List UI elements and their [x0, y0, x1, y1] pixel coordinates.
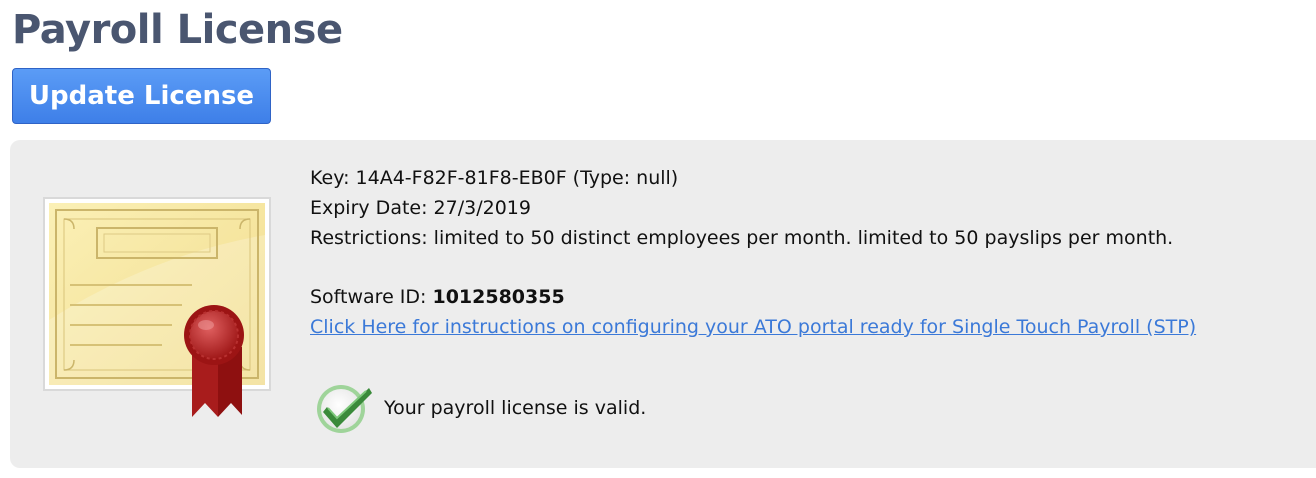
software-id-value: 1012580355 — [432, 286, 565, 308]
software-id-label: Software ID: — [310, 286, 433, 308]
license-key-label: Key: — [310, 167, 356, 189]
page-title: Payroll License — [12, 7, 343, 53]
expiry-date-value: 27/3/2019 — [433, 197, 531, 219]
license-details: Key: 14A4-F82F-81F8-EB0F (Type: null) Ex… — [310, 163, 1196, 342]
license-status-text: Your payroll license is valid. — [384, 397, 647, 419]
check-circle-icon — [317, 385, 372, 433]
update-license-button[interactable]: Update License — [12, 68, 271, 124]
license-status: Your payroll license is valid. — [314, 380, 646, 436]
expiry-date-label: Expiry Date: — [310, 197, 434, 219]
expiry-date-row: Expiry Date: 27/3/2019 — [310, 193, 1196, 223]
software-id-row: Software ID: 1012580355 — [310, 282, 1196, 312]
certificate-icon — [43, 197, 271, 417]
license-key-value: 14A4-F82F-81F8-EB0F (Type: null) — [355, 167, 679, 189]
restrictions-value: limited to 50 distinct employees per mon… — [433, 227, 1174, 249]
restrictions-label: Restrictions: — [310, 227, 434, 249]
license-key-row: Key: 14A4-F82F-81F8-EB0F (Type: null) — [310, 163, 1196, 193]
restrictions-row: Restrictions: limited to 50 distinct emp… — [310, 223, 1196, 253]
stp-instructions-link[interactable]: Click Here for instructions on configuri… — [310, 316, 1196, 338]
